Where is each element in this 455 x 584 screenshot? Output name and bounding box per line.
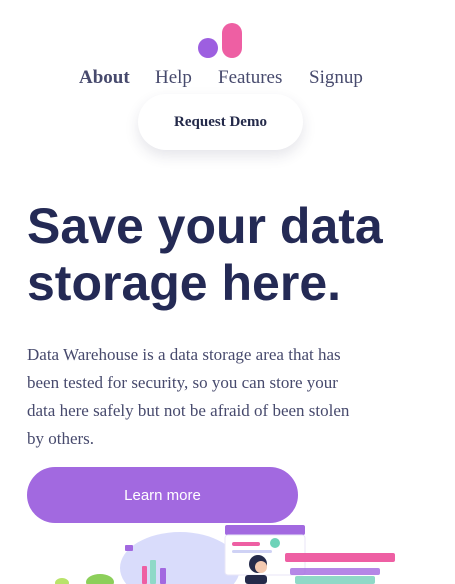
hero-title: Save your data storage here. [27, 198, 427, 312]
main-nav: About Help Features Signup [0, 66, 455, 90]
nav-link-about[interactable]: About [79, 66, 130, 90]
nav-link-help[interactable]: Help [155, 66, 192, 90]
request-demo-button[interactable]: Request Demo [138, 94, 303, 150]
illustration-card-header [225, 525, 305, 535]
logo-dot [198, 38, 218, 58]
hero-illustration [55, 525, 395, 584]
nav-link-signup[interactable]: Signup [309, 66, 363, 90]
logo-pill [222, 23, 242, 58]
illustration-blob [120, 532, 240, 584]
nav-link-features[interactable]: Features [218, 66, 282, 90]
learn-more-button[interactable]: Learn more [27, 467, 298, 523]
hero-title-line-1: Save your data [27, 198, 383, 254]
hero-title-line-2: storage here. [27, 255, 342, 311]
illustration-bar-pink [285, 553, 395, 562]
logo-icon[interactable] [198, 23, 244, 59]
hero-description: Data Warehouse is a data storage area th… [27, 345, 350, 448]
